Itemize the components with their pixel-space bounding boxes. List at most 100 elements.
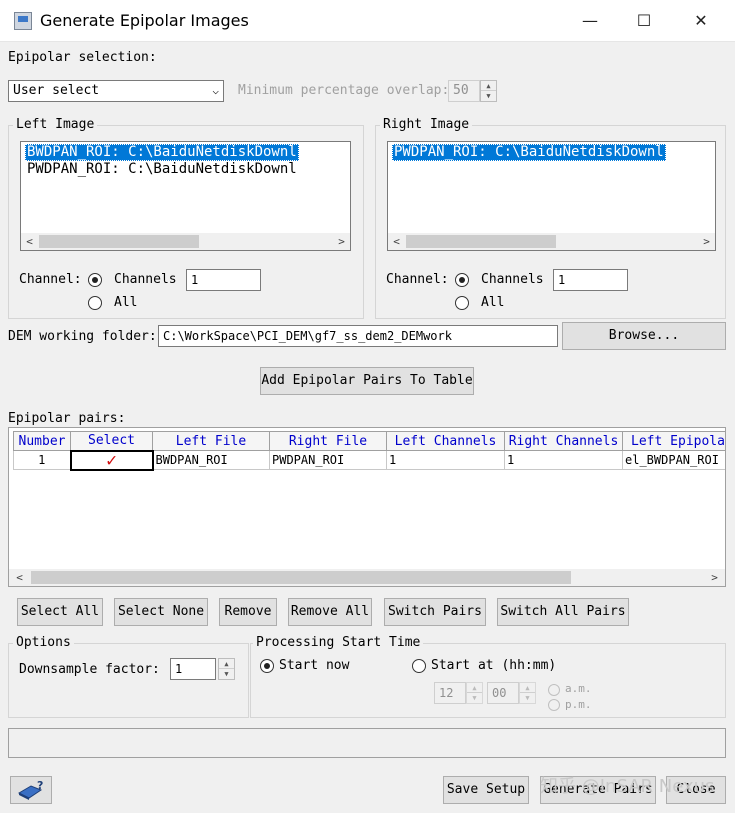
minute-input[interactable]: 00 xyxy=(487,682,519,704)
col-right-file[interactable]: Right File xyxy=(269,431,387,451)
window-title: Generate Epipolar Images xyxy=(40,11,249,30)
left-channels-input[interactable]: 1 xyxy=(186,269,261,291)
scroll-left-icon[interactable]: < xyxy=(21,233,38,250)
title-bar: Generate Epipolar Images — ☐ ✕ xyxy=(0,0,735,42)
left-channels-radio[interactable] xyxy=(88,273,102,287)
spin-down-icon[interactable]: ▼ xyxy=(481,91,496,101)
pairs-table-scrollbar[interactable]: < > xyxy=(9,569,725,586)
spin-up-icon[interactable]: ▲ xyxy=(219,659,234,669)
right-image-item[interactable]: PWDPAN_ROI: C:\BaiduNetdiskDownl xyxy=(392,144,666,161)
am-radio[interactable] xyxy=(548,684,560,696)
epipolar-pairs-table-container: Number Select Left File Right File Left … xyxy=(8,427,726,587)
right-all-radio[interactable] xyxy=(455,296,469,310)
select-none-button[interactable]: Select None xyxy=(114,598,208,626)
left-image-group: Left Image BWDPAN_ROI: C:\BaiduNetdiskDo… xyxy=(8,117,364,319)
hour-input[interactable]: 12 xyxy=(434,682,466,704)
pm-radio[interactable] xyxy=(548,699,560,711)
help-button[interactable]: ? xyxy=(10,776,52,804)
start-at-radio[interactable] xyxy=(412,659,426,673)
remove-all-button[interactable]: Remove All xyxy=(288,598,372,626)
checkmark-icon: ✓ xyxy=(106,450,117,470)
left-image-item[interactable]: BWDPAN_ROI: C:\BaiduNetdiskDownl xyxy=(25,144,299,161)
downsample-spinner[interactable]: ▲ ▼ xyxy=(218,658,235,680)
left-channel-label: Channel: xyxy=(19,272,82,287)
cell-right-file[interactable]: PWDPAN_ROI xyxy=(269,450,387,470)
cell-number: 1 xyxy=(13,450,71,470)
left-all-radio[interactable] xyxy=(88,296,102,310)
right-list-scrollbar[interactable]: < > xyxy=(388,233,715,250)
col-left-channels[interactable]: Left Channels xyxy=(386,431,505,451)
table-row[interactable]: 1 ✓ BWDPAN_ROI PWDPAN_ROI 1 1 el_BWDPAN_… xyxy=(13,449,725,471)
hour-spinner[interactable]: ▲ ▼ xyxy=(466,682,483,704)
am-label: a.m. xyxy=(565,682,592,695)
col-select[interactable]: Select xyxy=(70,431,153,451)
downsample-input[interactable]: 1 xyxy=(170,658,216,680)
add-epipolar-pairs-button[interactable]: Add Epipolar Pairs To Table xyxy=(260,367,474,395)
cell-left-file[interactable]: BWDPAN_ROI xyxy=(152,450,270,470)
min-overlap-input[interactable]: 50 xyxy=(448,80,480,102)
processing-start-title: Processing Start Time xyxy=(253,635,424,650)
spin-down-icon[interactable]: ▼ xyxy=(219,669,234,679)
close-window-button[interactable]: ✕ xyxy=(686,10,716,32)
spin-down-icon[interactable]: ▼ xyxy=(467,693,482,703)
spin-down-icon[interactable]: ▼ xyxy=(520,693,535,703)
scroll-thumb[interactable] xyxy=(39,235,199,248)
col-right-channels[interactable]: Right Channels xyxy=(504,431,623,451)
right-image-group: Right Image PWDPAN_ROI: C:\BaiduNetdiskD… xyxy=(375,117,726,319)
col-number[interactable]: Number xyxy=(13,431,71,451)
minute-spinner[interactable]: ▲ ▼ xyxy=(519,682,536,704)
dialog-body: Epipolar selection: User select ⌵ Minimu… xyxy=(0,42,735,813)
minimize-button[interactable]: — xyxy=(575,10,605,32)
right-image-list[interactable]: PWDPAN_ROI: C:\BaiduNetdiskDownl < > xyxy=(387,141,716,251)
browse-button[interactable]: Browse... xyxy=(562,322,726,350)
min-overlap-spinner[interactable]: ▲ ▼ xyxy=(480,80,497,102)
right-channels-radio[interactable] xyxy=(455,273,469,287)
save-setup-button[interactable]: Save Setup xyxy=(443,776,529,804)
cell-select-checkbox[interactable]: ✓ xyxy=(69,449,154,471)
options-title: Options xyxy=(13,635,74,650)
left-all-option: All xyxy=(114,295,138,310)
scroll-thumb[interactable] xyxy=(406,235,556,248)
start-now-radio[interactable] xyxy=(260,659,274,673)
spin-up-icon[interactable]: ▲ xyxy=(481,81,496,91)
cell-left-channels[interactable]: 1 xyxy=(386,450,505,470)
switch-all-pairs-button[interactable]: Switch All Pairs xyxy=(497,598,629,626)
app-icon xyxy=(14,12,32,30)
scroll-thumb[interactable] xyxy=(31,571,571,584)
svg-text:?: ? xyxy=(37,779,43,792)
watermark-text: 知乎 @InSAR Nexus xyxy=(540,776,715,797)
help-book-icon: ? xyxy=(17,779,43,800)
cell-left-epipolar[interactable]: el_BWDPAN_ROI xyxy=(622,450,725,470)
min-overlap-label: Minimum percentage overlap: xyxy=(238,83,450,98)
spin-up-icon[interactable]: ▲ xyxy=(520,683,535,693)
scroll-left-icon[interactable]: < xyxy=(388,233,405,250)
scroll-right-icon[interactable]: > xyxy=(333,233,350,250)
left-image-list[interactable]: BWDPAN_ROI: C:\BaiduNetdiskDownl PWDPAN_… xyxy=(20,141,351,251)
right-channels-option: Channels xyxy=(481,272,544,287)
left-image-title: Left Image xyxy=(13,117,98,132)
status-bar xyxy=(8,728,726,758)
scroll-right-icon[interactable]: > xyxy=(706,569,723,586)
spin-up-icon[interactable]: ▲ xyxy=(467,683,482,693)
select-all-button[interactable]: Select All xyxy=(17,598,103,626)
scroll-right-icon[interactable]: > xyxy=(698,233,715,250)
maximize-button[interactable]: ☐ xyxy=(629,10,659,32)
right-all-option: All xyxy=(481,295,505,310)
left-list-scrollbar[interactable]: < > xyxy=(21,233,350,250)
switch-pairs-button[interactable]: Switch Pairs xyxy=(384,598,486,626)
right-channels-input[interactable]: 1 xyxy=(553,269,628,291)
right-channel-label: Channel: xyxy=(386,272,449,287)
epipolar-selection-dropdown[interactable]: User select ⌵ xyxy=(8,80,224,102)
remove-button[interactable]: Remove xyxy=(219,598,277,626)
col-left-file[interactable]: Left File xyxy=(152,431,270,451)
left-image-item[interactable]: PWDPAN_ROI: C:\BaiduNetdiskDownl xyxy=(25,161,299,178)
downsample-label: Downsample factor: xyxy=(19,662,160,677)
left-channels-option: Channels xyxy=(114,272,177,287)
cell-right-channels[interactable]: 1 xyxy=(504,450,623,470)
processing-start-group: Processing Start Time Start now Start at… xyxy=(250,635,726,718)
scroll-left-icon[interactable]: < xyxy=(11,569,28,586)
dem-folder-input[interactable]: C:\WorkSpace\PCI_DEM\gf7_ss_dem2_DEMwork xyxy=(158,325,558,347)
epipolar-pairs-table: Number Select Left File Right File Left … xyxy=(13,431,725,471)
epipolar-pairs-label: Epipolar pairs: xyxy=(8,411,126,426)
col-left-epipolar[interactable]: Left Epipola xyxy=(622,431,725,451)
